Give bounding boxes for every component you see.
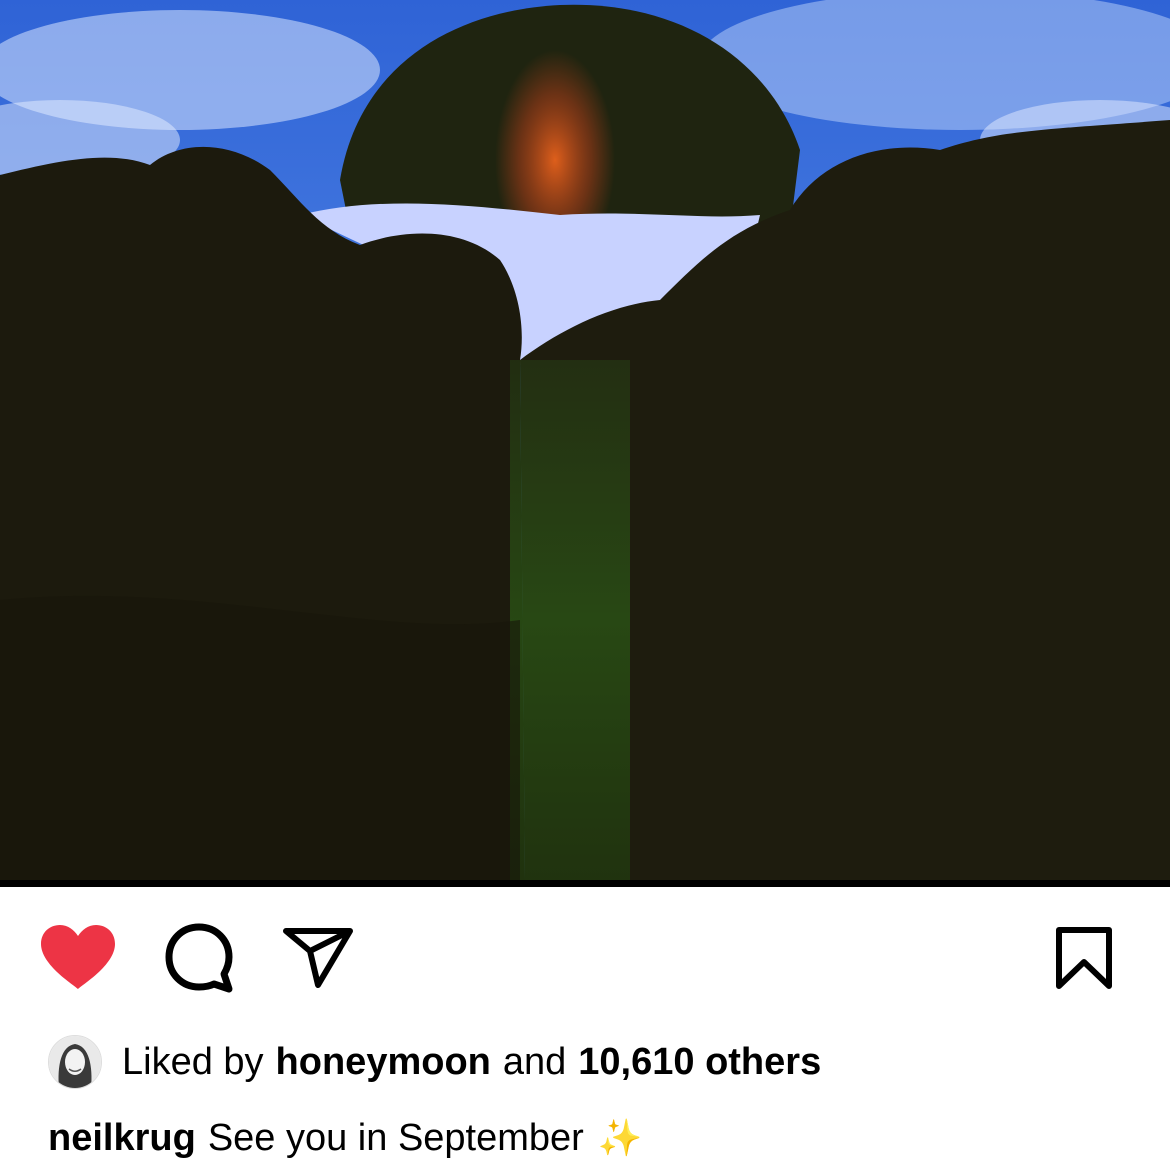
save-button[interactable]: [1052, 920, 1116, 996]
comment-icon: [165, 923, 233, 993]
post-image[interactable]: [0, 0, 1170, 880]
paper-plane-icon: [283, 928, 353, 988]
liker-username[interactable]: honeymoon: [276, 1043, 491, 1081]
post-caption: neilkrug See you in September ✨: [48, 1108, 643, 1168]
likes-connector: and: [502, 1041, 567, 1083]
post-action-bar: [0, 920, 1170, 1000]
likes-prefix: Liked by: [122, 1041, 264, 1083]
image-divider: [0, 880, 1170, 887]
likes-count[interactable]: 10,610 others: [578, 1043, 821, 1081]
comment-button[interactable]: [164, 920, 234, 996]
share-button[interactable]: [282, 920, 354, 996]
sparkles-icon: ✨: [597, 1117, 643, 1158]
caption-text: See you in September: [207, 1117, 584, 1159]
caption-username[interactable]: neilkrug: [48, 1119, 196, 1157]
likes-summary[interactable]: Liked by honeymoon and 10,610 others: [48, 1030, 821, 1094]
like-button[interactable]: [40, 920, 116, 996]
heart-icon: [41, 925, 115, 989]
bookmark-icon: [1056, 927, 1112, 989]
liker-avatar[interactable]: [48, 1035, 102, 1089]
